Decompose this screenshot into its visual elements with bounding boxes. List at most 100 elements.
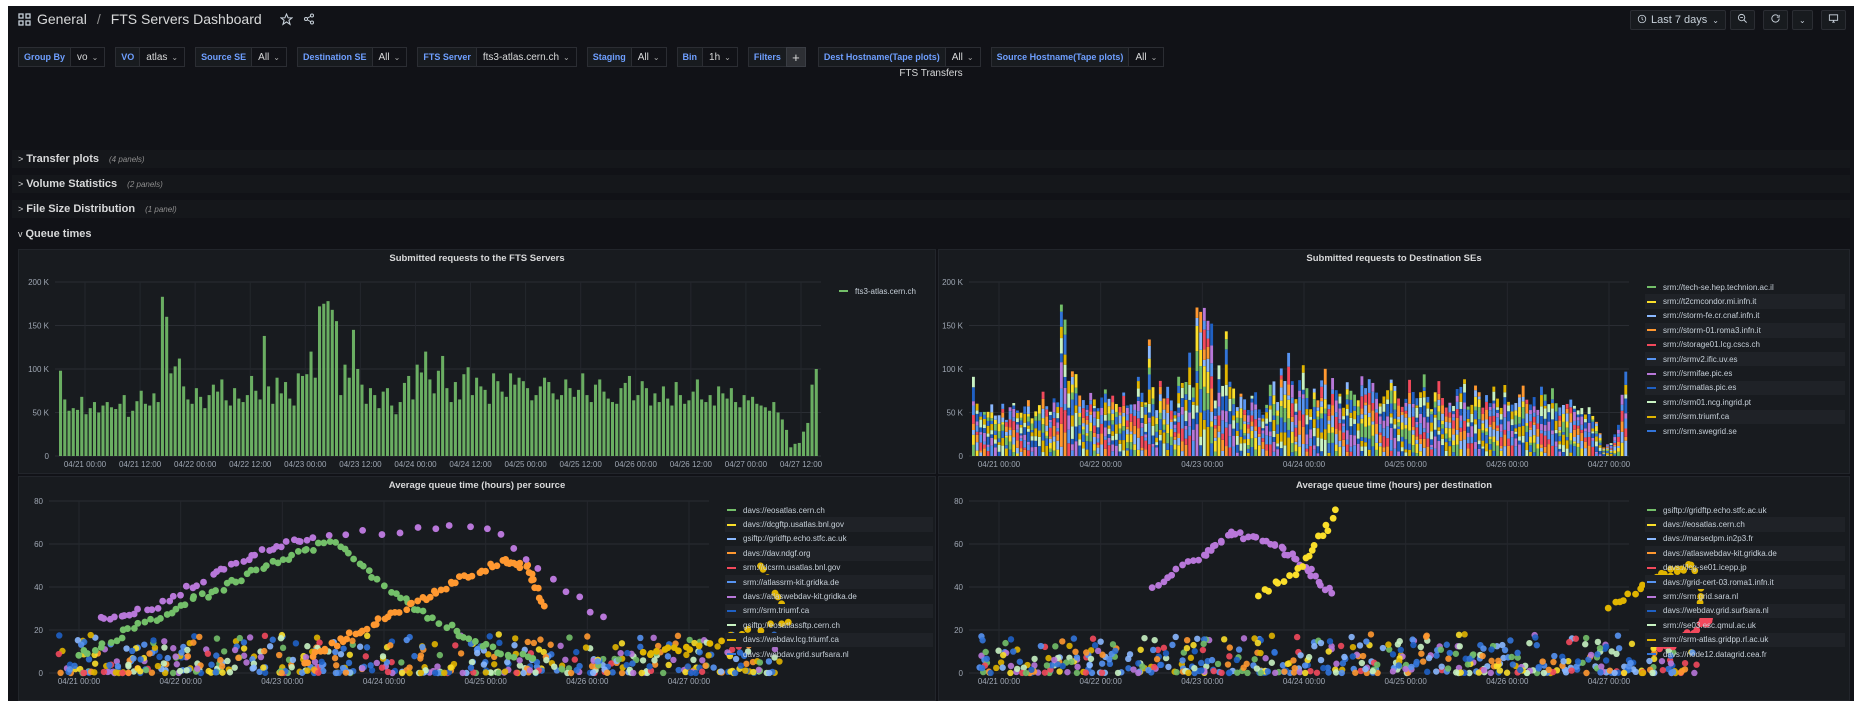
legend-item[interactable]: srm://t2cmcondor.mi.infn.it bbox=[1645, 294, 1845, 309]
scatter-point bbox=[118, 634, 126, 642]
legend-item[interactable]: davs://webdav.grid.surfsara.nl bbox=[725, 647, 933, 661]
legend-item[interactable]: davs://eosatlas.cern.ch bbox=[1645, 517, 1845, 532]
var-select-vo[interactable]: atlas ⌄ bbox=[139, 47, 186, 67]
bar-segment bbox=[1521, 425, 1525, 436]
legend-item[interactable]: gsiftp://eosatlassftp.cern.ch bbox=[725, 618, 933, 632]
legend-item[interactable]: davs://grid-cert-03.roma1.infn.it bbox=[1645, 574, 1845, 590]
add-filter-button[interactable]: + bbox=[785, 47, 806, 67]
bar-segment bbox=[1543, 418, 1547, 426]
legend-item[interactable]: srm://srmatlas.pic.es bbox=[1645, 380, 1845, 396]
bar-segment bbox=[1158, 429, 1162, 435]
bar-segment bbox=[1448, 446, 1452, 456]
legend-item[interactable]: davs://atlaswebdav-kit.gridka.de bbox=[725, 589, 933, 603]
bar-segment bbox=[1070, 376, 1074, 385]
bar-segment bbox=[1514, 410, 1518, 416]
legend-item[interactable]: davs://dav.ndgf.org bbox=[725, 546, 933, 561]
legend-item[interactable]: srm://storm-fe.cr.cnaf.infn.it bbox=[1645, 309, 1845, 323]
bar-segment bbox=[1481, 423, 1485, 431]
bar-segment bbox=[1554, 420, 1558, 430]
legend-item[interactable]: srm://storm-01.roma3.infn.it bbox=[1645, 323, 1845, 338]
var-select-group-by[interactable]: vo ⌄ bbox=[70, 47, 106, 67]
bar-segment bbox=[1059, 423, 1063, 447]
legend-item[interactable]: srm://srmifae.pic.es bbox=[1645, 366, 1845, 380]
share-icon[interactable] bbox=[303, 13, 315, 25]
var-select-dest-hostname[interactable]: All ⌄ bbox=[944, 47, 981, 67]
row-queue-times[interactable]: v Queue times bbox=[12, 225, 1850, 243]
bar-segment bbox=[1345, 444, 1349, 452]
var-select-destination-se[interactable]: All ⌄ bbox=[371, 47, 408, 67]
refresh-button[interactable] bbox=[1762, 10, 1788, 30]
row-volume-statistics[interactable]: > Volume Statistics (2 panels) bbox=[12, 175, 1850, 193]
var-select-fts-server[interactable]: fts3-atlas.cern.ch ⌄ bbox=[475, 47, 577, 67]
tv-mode-button[interactable] bbox=[1820, 10, 1846, 30]
var-select-source-hostname[interactable]: All ⌄ bbox=[1128, 47, 1165, 67]
bar-segment bbox=[1287, 384, 1291, 396]
row-transfer-plots[interactable]: > Transfer plots (4 panels) bbox=[12, 150, 1850, 168]
scatter-point bbox=[1349, 643, 1357, 651]
legend-item[interactable]: davs://webdav.lcg.triumf.ca bbox=[725, 632, 933, 647]
legend-item[interactable]: srm://srm.swegrid.se bbox=[1645, 424, 1845, 438]
var-select-bin[interactable]: 1h ⌄ bbox=[702, 47, 738, 67]
scatter-point bbox=[532, 669, 539, 676]
bar-segment bbox=[1331, 378, 1335, 390]
scatter-point bbox=[1257, 649, 1264, 657]
legend-item[interactable]: srm://srm.triumf.ca bbox=[1645, 409, 1845, 424]
bar-segment bbox=[1353, 406, 1357, 411]
legend-item[interactable]: davs://webdav.grid.surfsara.nl bbox=[1645, 603, 1845, 619]
scatter-point bbox=[1292, 571, 1300, 579]
panel-queue-source[interactable]: Average queue time (hours) per source 02… bbox=[18, 476, 936, 701]
bar-segment bbox=[1213, 437, 1217, 441]
var-select-staging[interactable]: All ⌄ bbox=[630, 47, 667, 67]
legend-item[interactable]: fts3-atlas.cern.ch bbox=[837, 284, 935, 298]
legend-item[interactable]: gsiftp://gridftp.echo.stfc.ac.uk bbox=[1645, 503, 1845, 517]
scatter-point bbox=[447, 664, 454, 671]
bar-segment bbox=[1609, 449, 1613, 452]
legend-item[interactable]: srm://dcsrm.usatlas.bnl.gov bbox=[725, 561, 933, 575]
legend-item[interactable]: srm://srm.triumf.ca bbox=[725, 603, 933, 619]
dashboard-title[interactable]: FTS Servers Dashboard bbox=[111, 11, 262, 27]
bar-segment bbox=[1111, 409, 1115, 414]
refresh-interval-button[interactable]: ⌄ bbox=[1791, 10, 1813, 30]
row-file-size-distribution[interactable]: > File Size Distribution (1 panel) bbox=[12, 200, 1850, 218]
legend-item[interactable]: davs://lcg-se01.icepp.jp bbox=[1645, 561, 1845, 575]
legend-item[interactable]: srm://srmv2.ific.uv.es bbox=[1645, 351, 1845, 367]
legend-item[interactable]: srm://tech-se.hep.technion.ac.il bbox=[1645, 280, 1845, 294]
bar-segment bbox=[997, 423, 1001, 432]
var-select-source-se[interactable]: All ⌄ bbox=[251, 47, 287, 67]
legend-item[interactable]: davs://dcgftp.usatlas.bnl.gov bbox=[725, 517, 933, 532]
star-icon[interactable] bbox=[279, 12, 293, 26]
bar-segment bbox=[1518, 397, 1521, 407]
bar-segment bbox=[1448, 402, 1452, 406]
bar-segment bbox=[1056, 407, 1060, 414]
legend-item[interactable]: srm://storage01.lcg.cscs.ch bbox=[1645, 338, 1845, 352]
bar-segment bbox=[1147, 367, 1151, 375]
legend-swatch bbox=[727, 566, 736, 569]
zoom-out-button[interactable] bbox=[1729, 10, 1755, 30]
bar-segment bbox=[1125, 414, 1129, 421]
bar-segment bbox=[1466, 409, 1470, 419]
panel-fts-servers[interactable]: Submitted requests to the FTS Servers 05… bbox=[18, 249, 936, 474]
legend-item[interactable]: davs://node12.datagrid.cea.fr bbox=[1645, 647, 1845, 661]
bar-segment bbox=[1155, 431, 1159, 438]
legend-item[interactable]: srm://atlassrm-kit.gridka.de bbox=[725, 574, 933, 590]
legend-item[interactable]: srm://srm.grid.sara.nl bbox=[1645, 589, 1845, 603]
panel-queue-destination[interactable]: Average queue time (hours) per destinati… bbox=[938, 476, 1850, 701]
legend-item[interactable]: srm://se03.esc.qmul.ac.uk bbox=[1645, 618, 1845, 632]
legend-item[interactable]: davs://atlaswebdav-kit.gridka.de bbox=[1645, 546, 1845, 561]
bar-segment bbox=[1422, 387, 1426, 391]
scatter-point bbox=[303, 536, 311, 544]
scatter-point bbox=[637, 634, 644, 642]
breadcrumb-folder[interactable]: General bbox=[37, 11, 87, 27]
panel-destination-ses[interactable]: Submitted requests to Destination SEs 05… bbox=[938, 249, 1850, 474]
scatter-point bbox=[1455, 631, 1463, 639]
legend-item[interactable]: srm://srm-atlas.gridpp.rl.ac.uk bbox=[1645, 632, 1845, 647]
bar bbox=[228, 405, 232, 456]
time-picker-button[interactable]: Last 7 days ⌄ bbox=[1630, 10, 1726, 30]
legend-item[interactable]: davs://marsedpm.in2p3.fr bbox=[1645, 532, 1845, 546]
legend-item[interactable]: davs://eosatlas.cern.ch bbox=[725, 503, 933, 517]
legend-item[interactable]: srm://srm01.ncg.ingrid.pt bbox=[1645, 395, 1845, 409]
scatter-point bbox=[1602, 657, 1610, 664]
bar-segment bbox=[1327, 432, 1331, 444]
grid-icon[interactable] bbox=[18, 12, 31, 26]
legend-item[interactable]: gsiftp://gridftp.echo.stfc.ac.uk bbox=[725, 532, 933, 546]
